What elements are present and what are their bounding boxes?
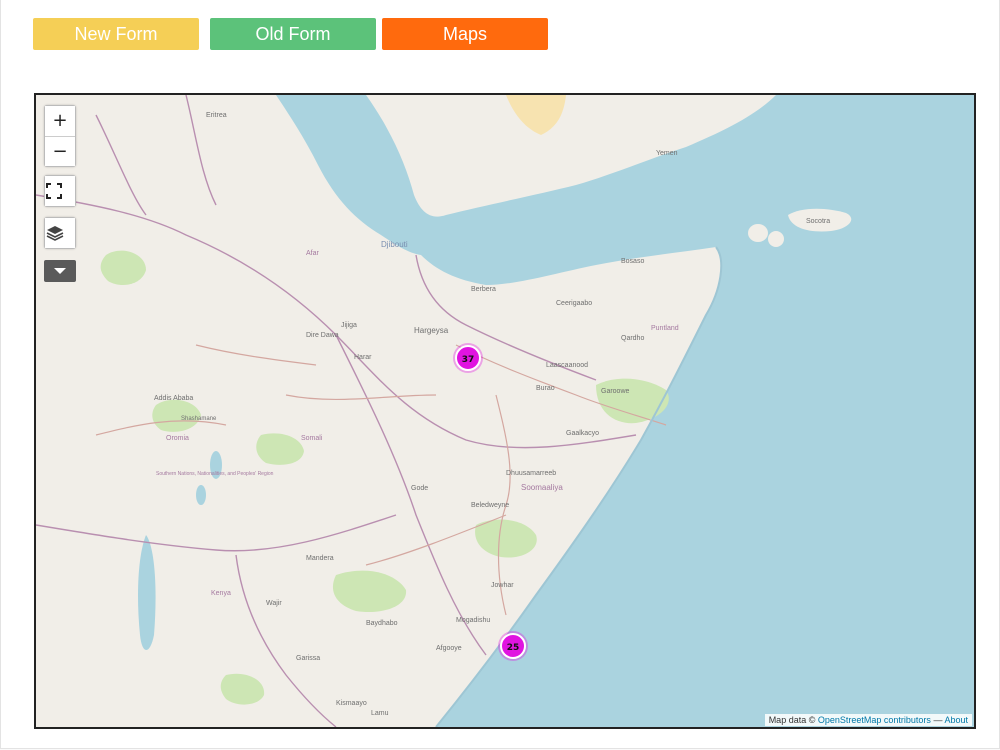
svg-text:Burao: Burao — [536, 385, 555, 392]
new-form-button[interactable]: New Form — [33, 18, 199, 50]
svg-text:Wajir: Wajir — [266, 600, 282, 607]
svg-text:Harar: Harar — [354, 354, 372, 361]
svg-text:Gaalkacyo: Gaalkacyo — [566, 430, 599, 437]
svg-text:Oromia: Oromia — [166, 435, 189, 442]
map-basemap: Hargeysa Berbera Djibouti Burao Laascaan… — [36, 95, 974, 727]
osm-contributors-link[interactable]: OpenStreetMap contributors — [818, 715, 931, 725]
maps-button[interactable]: Maps — [382, 18, 548, 50]
svg-text:Dire Dawa: Dire Dawa — [306, 332, 339, 339]
fullscreen-icon — [46, 183, 62, 199]
caret-down-icon — [54, 268, 66, 274]
svg-text:Ceerigaabo: Ceerigaabo — [556, 300, 592, 307]
svg-text:Eritrea: Eritrea — [206, 112, 227, 119]
svg-text:Baydhabo: Baydhabo — [366, 620, 398, 627]
zoom-out-button[interactable]: − — [45, 136, 75, 166]
svg-text:Beledweyne: Beledweyne — [471, 502, 509, 509]
layers-button[interactable] — [45, 218, 75, 248]
svg-text:Southern Nations, Nationalitie: Southern Nations, Nationalities, and Peo… — [156, 471, 274, 477]
cluster-marker[interactable]: 25 — [500, 633, 526, 659]
svg-text:Garoowe: Garoowe — [601, 388, 630, 395]
svg-text:Hargeysa: Hargeysa — [414, 326, 449, 335]
svg-text:Dhuusamarreeb: Dhuusamarreeb — [506, 470, 556, 477]
svg-text:Qardho: Qardho — [621, 335, 644, 342]
svg-text:Puntland: Puntland — [651, 325, 679, 332]
svg-text:Jijiga: Jijiga — [341, 322, 357, 329]
map-attribution: Map data © OpenStreetMap contributors — … — [764, 714, 972, 726]
svg-text:Shashamane: Shashamane — [181, 416, 217, 422]
svg-text:Yemen: Yemen — [656, 150, 678, 157]
svg-text:Mandera: Mandera — [306, 555, 334, 562]
cluster-marker[interactable]: 37 — [455, 345, 481, 371]
svg-text:Somali: Somali — [301, 435, 323, 442]
svg-text:Berbera: Berbera — [471, 286, 496, 293]
zoom-in-button[interactable]: + — [45, 106, 75, 136]
svg-text:Afar: Afar — [306, 250, 320, 257]
svg-text:Lamu: Lamu — [371, 710, 389, 717]
fullscreen-button[interactable] — [45, 176, 75, 206]
svg-text:Socotra: Socotra — [806, 218, 830, 225]
svg-text:Jowhar: Jowhar — [491, 582, 514, 589]
attribution-prefix: Map data © — [768, 715, 816, 725]
svg-text:Djibouti: Djibouti — [381, 240, 408, 249]
svg-text:Afgooye: Afgooye — [436, 645, 462, 652]
svg-text:Bosaso: Bosaso — [621, 258, 644, 265]
old-form-button[interactable]: Old Form — [210, 18, 376, 50]
layers-icon — [46, 226, 64, 241]
fullscreen-control — [44, 175, 76, 207]
svg-text:Mogadishu: Mogadishu — [456, 617, 490, 624]
attribution-separator: — — [933, 715, 943, 725]
about-link[interactable]: About — [944, 715, 968, 725]
svg-text:Addis Ababa: Addis Ababa — [154, 395, 193, 402]
svg-text:Soomaaliya: Soomaaliya — [521, 483, 563, 492]
map-dropdown-button[interactable] — [44, 260, 76, 282]
svg-text:Gode: Gode — [411, 485, 428, 492]
svg-text:Garissa: Garissa — [296, 655, 320, 662]
svg-text:Laascaanood: Laascaanood — [546, 362, 588, 369]
layers-control — [44, 217, 76, 249]
svg-text:Kenya: Kenya — [211, 590, 231, 597]
map-container[interactable]: Hargeysa Berbera Djibouti Burao Laascaan… — [34, 93, 976, 729]
svg-text:Kismaayo: Kismaayo — [336, 700, 367, 707]
zoom-control: + − — [44, 105, 76, 167]
